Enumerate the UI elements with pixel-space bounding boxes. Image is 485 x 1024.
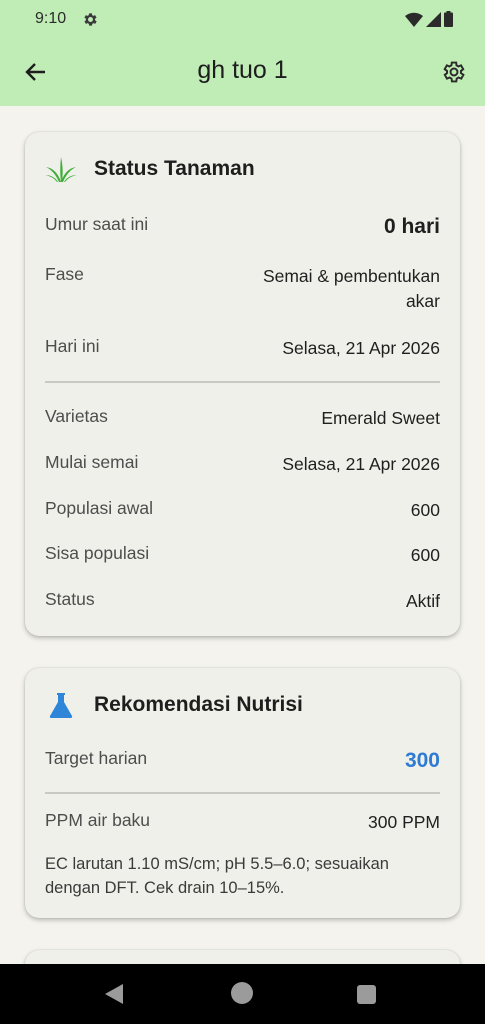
- nutrition-card: Rekomendasi Nutrisi Target harian 300 PP…: [25, 668, 460, 918]
- nav-recents-icon[interactable]: [357, 985, 376, 1004]
- today-value: Selasa, 21 Apr 2026: [282, 338, 440, 358]
- flask-icon: [45, 690, 77, 720]
- age-value: 0 hari: [383, 215, 440, 238]
- row-today: Hari ini Selasa, 21 Apr 2026: [45, 336, 440, 361]
- daily-target-value: 300: [404, 749, 440, 772]
- row-label: Umur saat ini: [45, 214, 149, 234]
- battery-icon: [444, 11, 453, 27]
- row-label: Target harian: [45, 748, 148, 768]
- nutrition-note: EC larutan 1.10 mS/cm; pH 5.5–6.0; sesua…: [45, 855, 389, 897]
- nutrition-header: Rekomendasi Nutrisi: [45, 690, 303, 720]
- gear-icon: [443, 61, 465, 83]
- row-label: PPM air baku: [45, 810, 151, 830]
- signal-icon: [426, 11, 441, 27]
- row-label: Hari ini: [45, 336, 100, 356]
- row-label: Populasi awal: [45, 498, 153, 518]
- row-initial-population: Populasi awal 600: [45, 498, 440, 523]
- nav-home-icon[interactable]: [231, 982, 253, 1004]
- row-label: Varietas: [45, 406, 108, 426]
- card-title: Rekomendasi Nutrisi: [94, 693, 303, 716]
- row-label: Mulai semai: [45, 452, 139, 472]
- divider: [45, 381, 440, 383]
- status-indicators: [405, 11, 453, 27]
- row-raw-water-ppm: PPM air baku 300 PPM: [45, 810, 440, 835]
- row-status: Status Aktif: [45, 589, 440, 614]
- divider: [45, 792, 440, 794]
- page-title: gh tuo 1: [197, 56, 288, 84]
- row-variety: Varietas Emerald Sweet: [45, 406, 440, 431]
- row-phase: Fase Semai & pembentukan akar: [45, 264, 440, 314]
- plant-status-card: Status Tanaman Umur saat ini 0 hari Fase…: [25, 132, 460, 636]
- wifi-icon: [405, 12, 423, 27]
- row-daily-target: Target harian 300: [45, 748, 440, 773]
- status-value: Aktif: [405, 591, 440, 611]
- initial-population-value: 600: [410, 500, 440, 520]
- row-label: Sisa populasi: [45, 543, 150, 563]
- status-bar: 9:10: [0, 0, 485, 38]
- row-seeding-start: Mulai semai Selasa, 21 Apr 2026: [45, 452, 440, 477]
- raw-water-ppm-value: 300 PPM: [368, 812, 440, 832]
- system-nav-bar: [0, 964, 485, 1024]
- card-title: Status Tanaman: [94, 157, 255, 180]
- seeding-start-value: Selasa, 21 Apr 2026: [282, 454, 440, 474]
- phase-line-2: akar: [405, 291, 440, 311]
- plant-icon: [45, 154, 77, 184]
- row-remaining-population: Sisa populasi 600: [45, 543, 440, 568]
- remaining-population-value: 600: [410, 545, 440, 565]
- phase-value: Semai & pembentukan akar: [263, 264, 440, 314]
- settings-status-icon: [84, 13, 97, 26]
- app-bar: gh tuo 1: [0, 38, 485, 106]
- phase-line-1: Semai & pembentukan: [262, 266, 440, 286]
- plant-status-header: Status Tanaman: [45, 154, 255, 184]
- variety-value: Emerald Sweet: [321, 408, 440, 428]
- row-label: Status: [45, 589, 95, 609]
- row-age: Umur saat ini 0 hari: [45, 214, 440, 239]
- status-time: 9:10: [35, 10, 67, 27]
- settings-button[interactable]: [439, 57, 469, 87]
- nav-back-icon[interactable]: [104, 984, 124, 1004]
- row-label: Fase: [45, 264, 84, 284]
